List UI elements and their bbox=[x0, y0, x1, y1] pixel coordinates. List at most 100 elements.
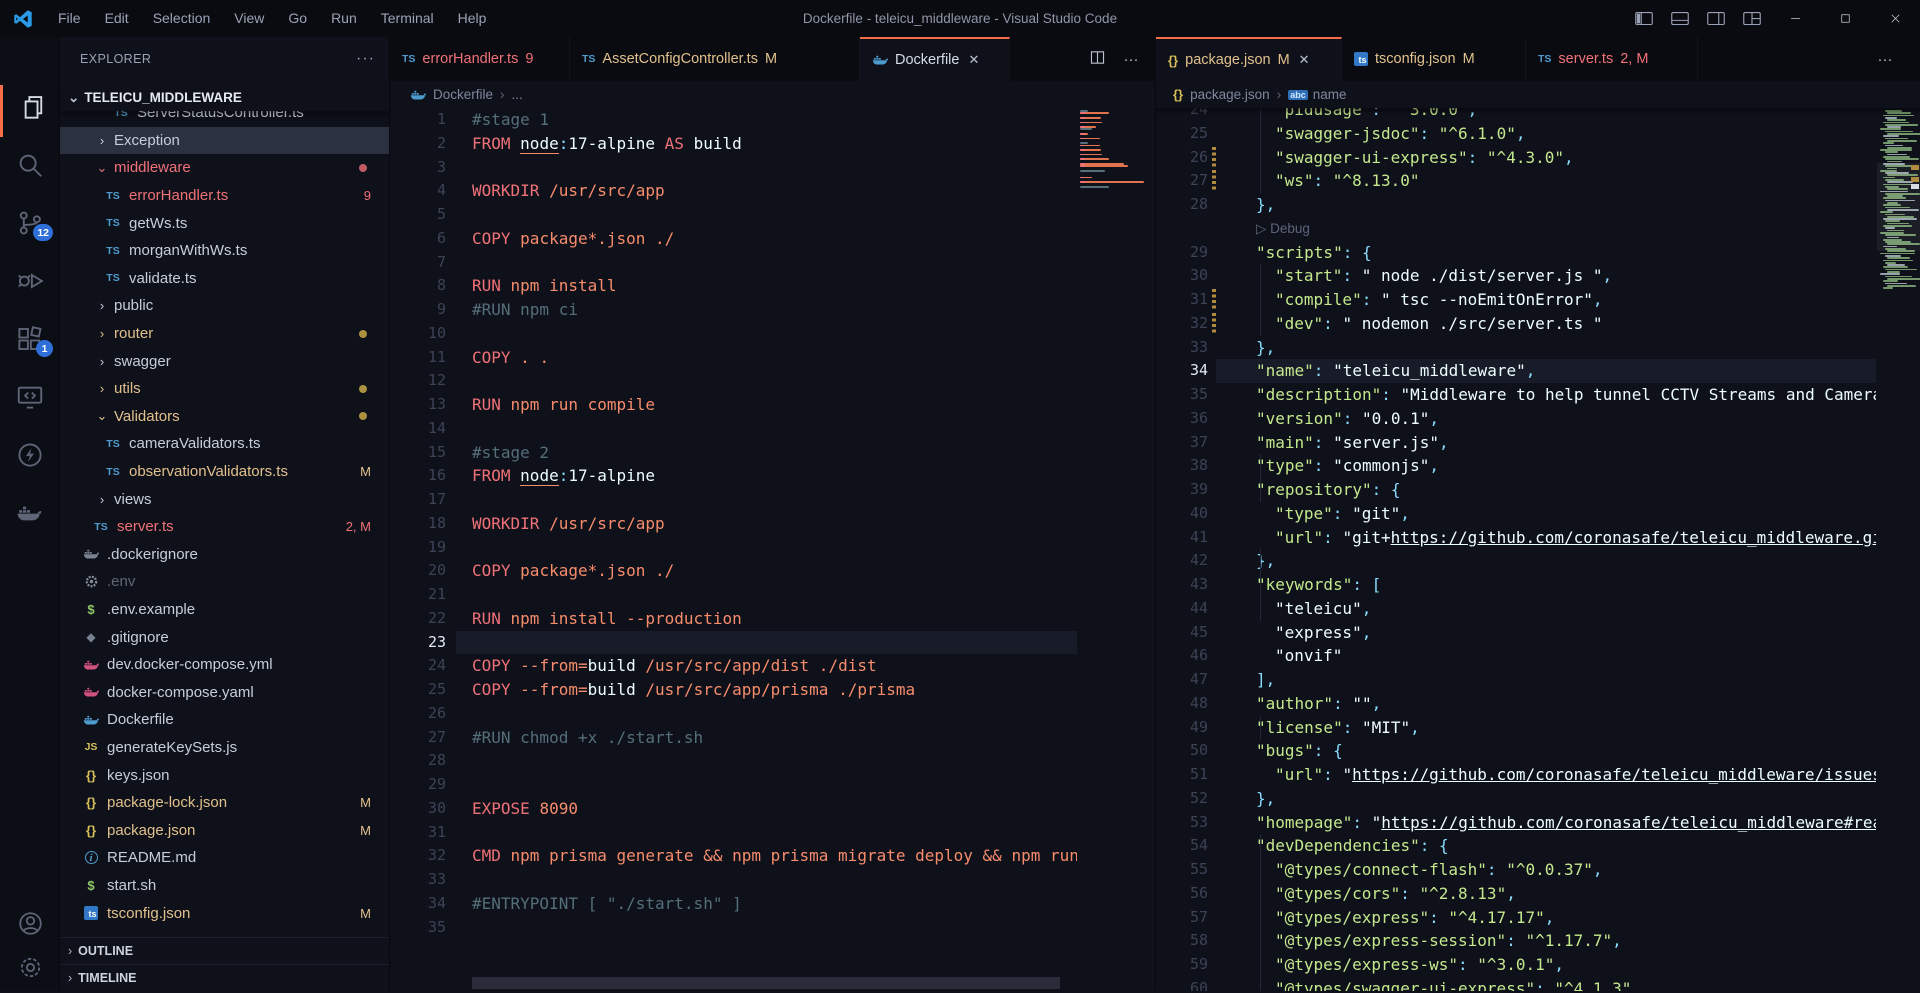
menu-file[interactable]: File bbox=[46, 0, 93, 37]
activity-source-control[interactable]: 12 bbox=[0, 197, 60, 249]
file-README.md[interactable]: iREADME.md bbox=[60, 844, 389, 872]
file-dev.docker-compose.yml[interactable]: dev.docker-compose.yml bbox=[60, 651, 389, 679]
json-icon: {} bbox=[1168, 53, 1178, 68]
activity-settings[interactable] bbox=[0, 941, 60, 993]
code-line-32: 32CMD npm prisma generate && npm prisma … bbox=[390, 844, 1077, 868]
menu-go[interactable]: Go bbox=[276, 0, 319, 37]
folder-public[interactable]: ›public bbox=[60, 292, 389, 320]
codelens-debug[interactable]: ▷ Debug bbox=[1156, 217, 1876, 241]
menu-edit[interactable]: Edit bbox=[93, 0, 141, 37]
file-.gitignore[interactable]: ◆.gitignore bbox=[60, 623, 389, 651]
maximize-icon[interactable] bbox=[1820, 0, 1870, 37]
outline-section[interactable]: ›OUTLINE bbox=[60, 937, 389, 964]
horizontal-scrollbar[interactable] bbox=[472, 977, 1060, 989]
debug-icon bbox=[15, 266, 45, 296]
file-generateKeySets.js[interactable]: JSgenerateKeySets.js bbox=[60, 734, 389, 762]
close-icon[interactable]: ✕ bbox=[968, 52, 979, 68]
folder-Validators[interactable]: ⌄Validators bbox=[60, 403, 389, 431]
tab-package.json[interactable]: {}package.jsonM✕ bbox=[1156, 37, 1342, 81]
file-docker-compose.yaml[interactable]: docker-compose.yaml bbox=[60, 678, 389, 706]
ts-file-icon: TS bbox=[104, 435, 122, 453]
chevron-down-icon: ⌄ bbox=[94, 160, 110, 176]
split-editor-icon[interactable] bbox=[1080, 49, 1114, 70]
menu-bar: FileEditSelectionViewGoRunTerminalHelp bbox=[46, 0, 498, 37]
menu-run[interactable]: Run bbox=[319, 0, 369, 37]
activity-search[interactable] bbox=[0, 139, 60, 191]
json-icon: {} bbox=[1173, 87, 1183, 102]
tab-AssetConfigController.ts[interactable]: TSAssetConfigController.tsM bbox=[570, 37, 860, 81]
breadcrumb-item[interactable]: ... bbox=[512, 87, 523, 102]
breadcrumb: {}package.json›abcname bbox=[1156, 81, 1920, 108]
file-tsconfig.json[interactable]: tstsconfig.jsonM bbox=[60, 899, 389, 927]
tab-Dockerfile[interactable]: Dockerfile✕ bbox=[860, 37, 1010, 81]
editor-content[interactable]: 1#stage 12FROM node:17-alpine AS build34… bbox=[390, 108, 1155, 991]
link[interactable]: https://github.com/coronasafe/teleicu_mi… bbox=[1391, 528, 1876, 547]
menu-terminal[interactable]: Terminal bbox=[369, 0, 446, 37]
activity-explorer[interactable] bbox=[0, 81, 60, 133]
file-.env.example[interactable]: $.env.example bbox=[60, 596, 389, 624]
link[interactable]: node bbox=[520, 466, 559, 486]
link[interactable]: https://github.com/coronasafe/teleicu_mi… bbox=[1352, 765, 1876, 784]
file-Dockerfile[interactable]: Dockerfile bbox=[60, 706, 389, 734]
menu-selection[interactable]: Selection bbox=[141, 0, 223, 37]
link[interactable]: node bbox=[520, 134, 559, 154]
close-icon[interactable] bbox=[1870, 0, 1920, 37]
editor-content[interactable]: 24"pidusage": "^3.0.0",25"swagger-jsdoc"… bbox=[1156, 108, 1920, 991]
breadcrumb-item[interactable]: Dockerfile bbox=[433, 87, 493, 102]
activity-bar: 12 1 bbox=[0, 37, 60, 991]
info-file-icon: i bbox=[82, 849, 100, 867]
folder-utils[interactable]: ›utils bbox=[60, 375, 389, 403]
code-line-24: 24COPY --from=build /usr/src/app/dist ./… bbox=[390, 654, 1077, 678]
tab-server.ts[interactable]: TSserver.ts2, M bbox=[1526, 37, 1698, 81]
file-package.json[interactable]: {}package.jsonM bbox=[60, 816, 389, 844]
close-icon[interactable]: ✕ bbox=[1299, 52, 1310, 68]
file-ServerStatusController.ts[interactable]: TSServerStatusController.ts bbox=[60, 111, 389, 127]
file-errorHandler.ts[interactable]: TSerrorHandler.ts9 bbox=[60, 182, 389, 210]
minimap[interactable] bbox=[1077, 108, 1148, 991]
code-line-20: 20COPY package*.json ./ bbox=[390, 559, 1077, 583]
minimap[interactable] bbox=[1877, 108, 1920, 991]
modified-dot-badge bbox=[359, 164, 367, 172]
file-server.ts[interactable]: TSserver.ts2, M bbox=[60, 513, 389, 541]
minimize-icon[interactable] bbox=[1770, 0, 1820, 37]
activity-extensions[interactable]: 1 bbox=[0, 313, 60, 365]
file-start.sh[interactable]: $start.sh bbox=[60, 872, 389, 900]
file-observationValidators.ts[interactable]: TSobservationValidators.tsM bbox=[60, 458, 389, 486]
more-actions-icon[interactable]: ··· bbox=[1114, 51, 1148, 68]
tab-errorHandler.ts[interactable]: TSerrorHandler.ts9 bbox=[390, 37, 570, 81]
file-keys.json[interactable]: {}keys.json bbox=[60, 761, 389, 789]
timeline-section[interactable]: ›TIMELINE bbox=[60, 964, 389, 991]
file-morganWithWs.ts[interactable]: TSmorganWithWs.ts bbox=[60, 237, 389, 265]
code-line-59: 59"@types/express-ws": "^3.0.1", bbox=[1156, 953, 1876, 977]
activity-remote-explorer[interactable] bbox=[0, 371, 60, 423]
project-root-folder[interactable]: ⌄ TELEICU_MIDDLEWARE bbox=[60, 84, 389, 111]
menu-help[interactable]: Help bbox=[446, 0, 499, 37]
folder-views[interactable]: ›views bbox=[60, 485, 389, 513]
code-line-53: 53"homepage": "https://github.com/corona… bbox=[1156, 811, 1876, 835]
toggle-sidebar-icon[interactable] bbox=[1626, 0, 1662, 37]
explorer-more-actions-icon[interactable]: ··· bbox=[356, 50, 375, 68]
tab-tsconfig.json[interactable]: tstsconfig.jsonM bbox=[1342, 37, 1526, 81]
toggle-panel-icon[interactable] bbox=[1662, 0, 1698, 37]
menu-view[interactable]: View bbox=[222, 0, 276, 37]
file-.env[interactable]: .env bbox=[60, 568, 389, 596]
folder-Exception[interactable]: ›Exception bbox=[60, 127, 389, 155]
breadcrumb-item[interactable]: package.json bbox=[1190, 87, 1270, 102]
json-file-icon: {} bbox=[82, 766, 100, 784]
customize-layout-icon[interactable] bbox=[1734, 0, 1770, 37]
breadcrumb-item[interactable]: name bbox=[1313, 87, 1347, 102]
folder-swagger[interactable]: ›swagger bbox=[60, 347, 389, 375]
more-actions-icon[interactable]: ··· bbox=[1868, 51, 1902, 68]
link[interactable]: https://github.com/coronasafe/teleicu_mi… bbox=[1381, 813, 1876, 832]
folder-middleware[interactable]: ⌄middleware bbox=[60, 154, 389, 182]
toggle-secondary-sidebar-icon[interactable] bbox=[1698, 0, 1734, 37]
activity-docker[interactable] bbox=[0, 487, 60, 539]
file-getWs.ts[interactable]: TSgetWs.ts bbox=[60, 209, 389, 237]
file-validate.ts[interactable]: TSvalidate.ts bbox=[60, 265, 389, 293]
folder-router[interactable]: ›router bbox=[60, 320, 389, 348]
file-package-lock.json[interactable]: {}package-lock.jsonM bbox=[60, 789, 389, 817]
activity-run-and-debug[interactable] bbox=[0, 255, 60, 307]
file-.dockerignore[interactable]: .dockerignore bbox=[60, 541, 389, 569]
activity-thunder-client[interactable] bbox=[0, 429, 60, 481]
file-cameraValidators.ts[interactable]: TScameraValidators.ts bbox=[60, 430, 389, 458]
